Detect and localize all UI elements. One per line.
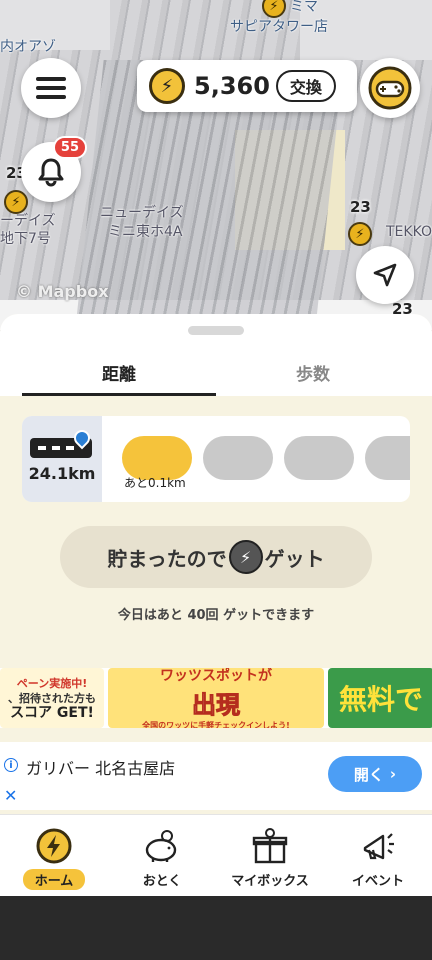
map-label: ニューデイズ [100, 205, 184, 221]
exchange-button[interactable]: 交換 [275, 70, 336, 102]
map-label: ーデイズ [0, 213, 56, 229]
nav-home[interactable]: ホーム [0, 815, 108, 896]
progress-segment [203, 436, 273, 480]
map-label: TEKKO [386, 224, 432, 240]
nav-events[interactable]: イベント [324, 815, 432, 896]
piggy-bank-icon [143, 827, 181, 865]
promo-banner[interactable]: ペーン実施中! 、招待された方も スコア GET! [0, 668, 104, 728]
banner-text: ペーン実施中! [16, 676, 88, 690]
banner-text: 無料で [338, 683, 423, 716]
nav-mybox[interactable]: マイボックス [216, 815, 324, 896]
sheet-header: 距離 歩数 [0, 314, 432, 396]
banner-text: ワッツスポットが [160, 668, 272, 684]
close-icon[interactable]: ✕ [4, 786, 17, 805]
promo-banner[interactable]: ワッツスポットが 出現 全国のワッツに手軽チェックインしよう! [108, 668, 324, 728]
distance-card: 24.1km あと0.1km [22, 416, 410, 502]
hamburger-icon [36, 72, 66, 104]
collect-coins-button[interactable]: 貯まったので ⚡ ゲット [60, 526, 372, 588]
progress-segment [365, 436, 410, 480]
ad-open-label: 開く [353, 765, 384, 784]
mode-tabs: 距離 歩数 [22, 350, 410, 396]
nav-deals[interactable]: おとく [108, 815, 216, 896]
banner-text: 、招待された方も [8, 691, 96, 705]
navigation-arrow-icon [373, 263, 397, 287]
notifications-button[interactable]: 55 [21, 136, 87, 202]
chevron-right-icon: › [389, 765, 397, 783]
drag-handle[interactable] [188, 326, 244, 335]
banner-text: 出現 [192, 691, 241, 720]
bell-icon [38, 158, 64, 187]
map-label: ミニ東ホ4A [108, 224, 183, 240]
ad-open-button[interactable]: 開く › [328, 756, 422, 792]
map-spot-count: 23 [350, 198, 371, 216]
nav-label: イベント [351, 874, 404, 889]
map-label: 地下7号 [0, 231, 51, 247]
ad-banner[interactable]: i ガリバー 北名古屋店 ✕ 開く › [0, 742, 432, 810]
coin-amount: 5,360 [194, 72, 270, 100]
system-navigation-bar [0, 896, 432, 960]
map-label: 内オアゾ [0, 39, 56, 55]
progress-segment [284, 436, 354, 480]
map-attribution: © Mapbox [16, 282, 109, 301]
nav-label: マイボックス [231, 874, 309, 889]
gamepad-icon [368, 66, 412, 110]
collect-suffix: ゲット [264, 546, 325, 571]
bolt-coin-icon: ⚡ [228, 540, 263, 574]
gift-box-icon [251, 827, 289, 865]
promo-banner-carousel[interactable]: ペーン実施中! 、招待された方も スコア GET! ワッツスポットが 出現 全国… [0, 668, 432, 728]
notification-badge: 55 [52, 136, 87, 159]
remaining-gets-text: 今日はあと 40回 ゲットできます [117, 608, 315, 623]
bottom-navigation: ホーム おとく マイボックス イベント [0, 814, 432, 896]
ad-title: ガリバー 北名古屋店 [26, 759, 176, 778]
collect-prefix: 貯まったので [107, 546, 227, 571]
tab-distance[interactable]: 距離 [22, 350, 216, 396]
distance-value: 24.1km [28, 464, 96, 483]
nav-label: おとく [142, 874, 182, 889]
info-icon[interactable]: i [4, 758, 18, 772]
menu-button[interactable] [21, 58, 81, 118]
banner-text: 全国のワッツに手軽チェックインしよう! [142, 721, 290, 728]
map-label: サピアタワー店 [230, 19, 328, 35]
megaphone-icon [359, 827, 397, 865]
bottom-sheet: 距離 歩数 24.1km あと0.1km 貯まったので ⚡ ゲット 今日はあと … [0, 314, 432, 814]
tab-steps[interactable]: 歩数 [216, 350, 410, 396]
map-spot-coin-icon[interactable]: ⚡ [4, 190, 28, 214]
nav-label: ホーム [22, 869, 86, 890]
banner-text: スコア GET! [10, 704, 94, 721]
bolt-coin-icon [35, 827, 73, 865]
distance-summary: 24.1km [22, 416, 102, 502]
current-location-button[interactable] [356, 246, 414, 304]
game-button[interactable] [360, 58, 420, 118]
promo-banner[interactable]: 無料で [328, 668, 432, 728]
bolt-coin-icon: ⚡ [149, 68, 185, 104]
remaining-distance: あと0.1km [124, 476, 186, 490]
map-spot-coin-icon[interactable]: ⚡ [348, 222, 372, 246]
map-label: ミマ [290, 0, 318, 15]
coin-balance: ⚡ 5,360 交換 [137, 60, 357, 112]
